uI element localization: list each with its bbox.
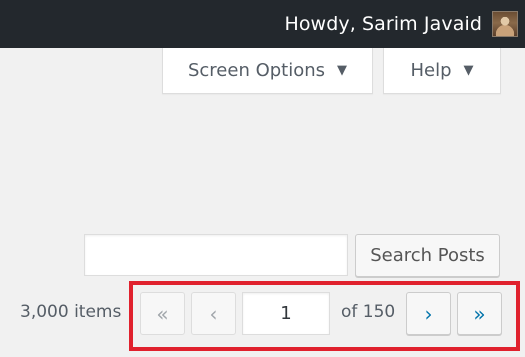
last-page-button[interactable]: » <box>457 292 502 335</box>
user-avatar-icon[interactable] <box>492 11 518 37</box>
help-button[interactable]: Help ▼ <box>383 48 501 94</box>
search-posts-input[interactable] <box>84 234 348 276</box>
caret-down-icon: ▼ <box>463 63 474 78</box>
current-page-input[interactable] <box>242 292 330 335</box>
previous-page-button: ‹ <box>191 292 236 335</box>
screen-options-button[interactable]: Screen Options ▼ <box>162 48 373 94</box>
screen-options-label: Screen Options <box>187 60 326 81</box>
admin-bar: Howdy, Sarim Javaid <box>0 0 525 48</box>
total-pages-text: of 150 <box>341 302 396 322</box>
caret-down-icon: ▼ <box>337 63 348 78</box>
howdy-greeting[interactable]: Howdy, Sarim Javaid <box>284 13 482 35</box>
next-page-button[interactable]: › <box>406 292 451 335</box>
items-count: 3,000 items <box>20 302 122 322</box>
first-page-button: « <box>140 292 185 335</box>
help-label: Help <box>410 60 452 81</box>
search-posts-button[interactable]: Search Posts <box>355 234 500 277</box>
